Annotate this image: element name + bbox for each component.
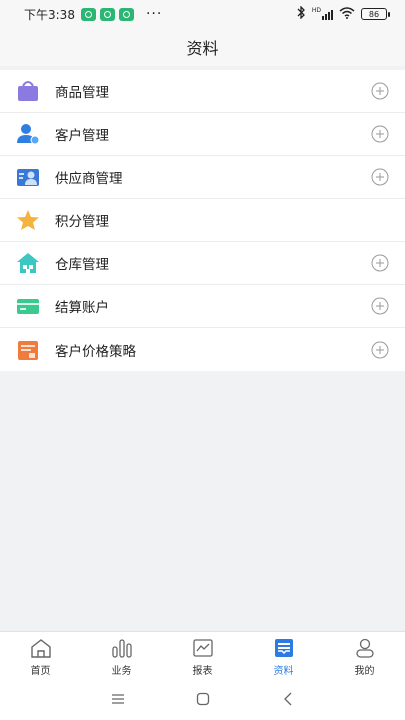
add-account-button[interactable] [371, 297, 389, 315]
card-icon [16, 294, 40, 318]
menu-item-warehouse[interactable]: 仓库管理 [0, 242, 405, 285]
menu-item-customers[interactable]: 客户管理 [0, 113, 405, 156]
tab-label: 业务 [111, 666, 132, 677]
bottom-tab-bar: 首页 业务 报表 资料 我的 [0, 631, 405, 678]
status-indicators: HD 86 [296, 5, 390, 22]
menu-item-label: 商品管理 [55, 85, 109, 101]
shopping-bag-icon [16, 79, 40, 103]
bar-chart-icon [110, 637, 134, 659]
menu-icon[interactable] [75, 693, 160, 705]
supplier-icon [16, 165, 40, 189]
tab-home[interactable]: 首页 [0, 632, 81, 678]
header: 资料 [0, 28, 405, 66]
tab-business[interactable]: 业务 [81, 632, 162, 678]
system-nav-bar [0, 678, 405, 720]
tab-label: 资料 [273, 666, 294, 677]
menu-item-label: 客户管理 [55, 128, 109, 144]
data-icon [272, 637, 296, 659]
report-icon [191, 637, 215, 659]
add-supplier-button[interactable] [371, 168, 389, 186]
tab-reports[interactable]: 报表 [162, 632, 243, 678]
menu-list: 商品管理 客户管理 供应商管理 积分管理 仓库管理 结算账户 客户价格策略 [0, 70, 405, 371]
add-price-strategy-button[interactable] [371, 341, 389, 359]
menu-item-customer-pricing[interactable]: 客户价格策略 [0, 328, 405, 371]
customer-icon [16, 122, 40, 146]
wifi-icon [339, 6, 355, 22]
notification-icon [99, 7, 115, 21]
add-warehouse-button[interactable] [371, 254, 389, 272]
menu-item-label: 客户价格策略 [55, 343, 136, 360]
page-title: 资料 [186, 39, 219, 58]
status-bar: 下午3:38 ··· HD 86 [0, 0, 405, 28]
battery-icon: 86 [361, 8, 390, 20]
menu-item-points[interactable]: 积分管理 [0, 199, 405, 242]
more-notifications-icon: ··· [145, 6, 163, 22]
menu-item-label: 仓库管理 [55, 257, 109, 273]
add-customer-button[interactable] [371, 125, 389, 143]
price-list-icon [16, 338, 40, 362]
add-product-button[interactable] [371, 82, 389, 100]
profile-icon [353, 637, 377, 659]
home-button-icon[interactable] [160, 692, 245, 706]
menu-item-products[interactable]: 商品管理 [0, 70, 405, 113]
menu-item-suppliers[interactable]: 供应商管理 [0, 156, 405, 199]
tab-label: 首页 [30, 666, 51, 677]
notification-icon [80, 7, 96, 21]
signal-icon: HD [311, 7, 333, 20]
status-time: 下午3:38 [24, 7, 75, 22]
tab-data[interactable]: 资料 [243, 632, 324, 678]
star-icon [16, 208, 40, 232]
notification-icon [118, 7, 134, 21]
tab-profile[interactable]: 我的 [324, 632, 405, 678]
network-type: HD [311, 7, 321, 14]
home-icon [29, 637, 53, 659]
menu-item-label: 结算账户 [55, 300, 109, 316]
menu-item-settlement-account[interactable]: 结算账户 [0, 285, 405, 328]
tab-label: 报表 [192, 666, 213, 677]
menu-item-label: 积分管理 [55, 214, 109, 230]
bluetooth-icon [296, 5, 306, 22]
tab-label: 我的 [354, 666, 375, 677]
warehouse-icon [16, 251, 40, 275]
back-icon[interactable] [245, 692, 330, 706]
menu-item-label: 供应商管理 [55, 171, 123, 187]
